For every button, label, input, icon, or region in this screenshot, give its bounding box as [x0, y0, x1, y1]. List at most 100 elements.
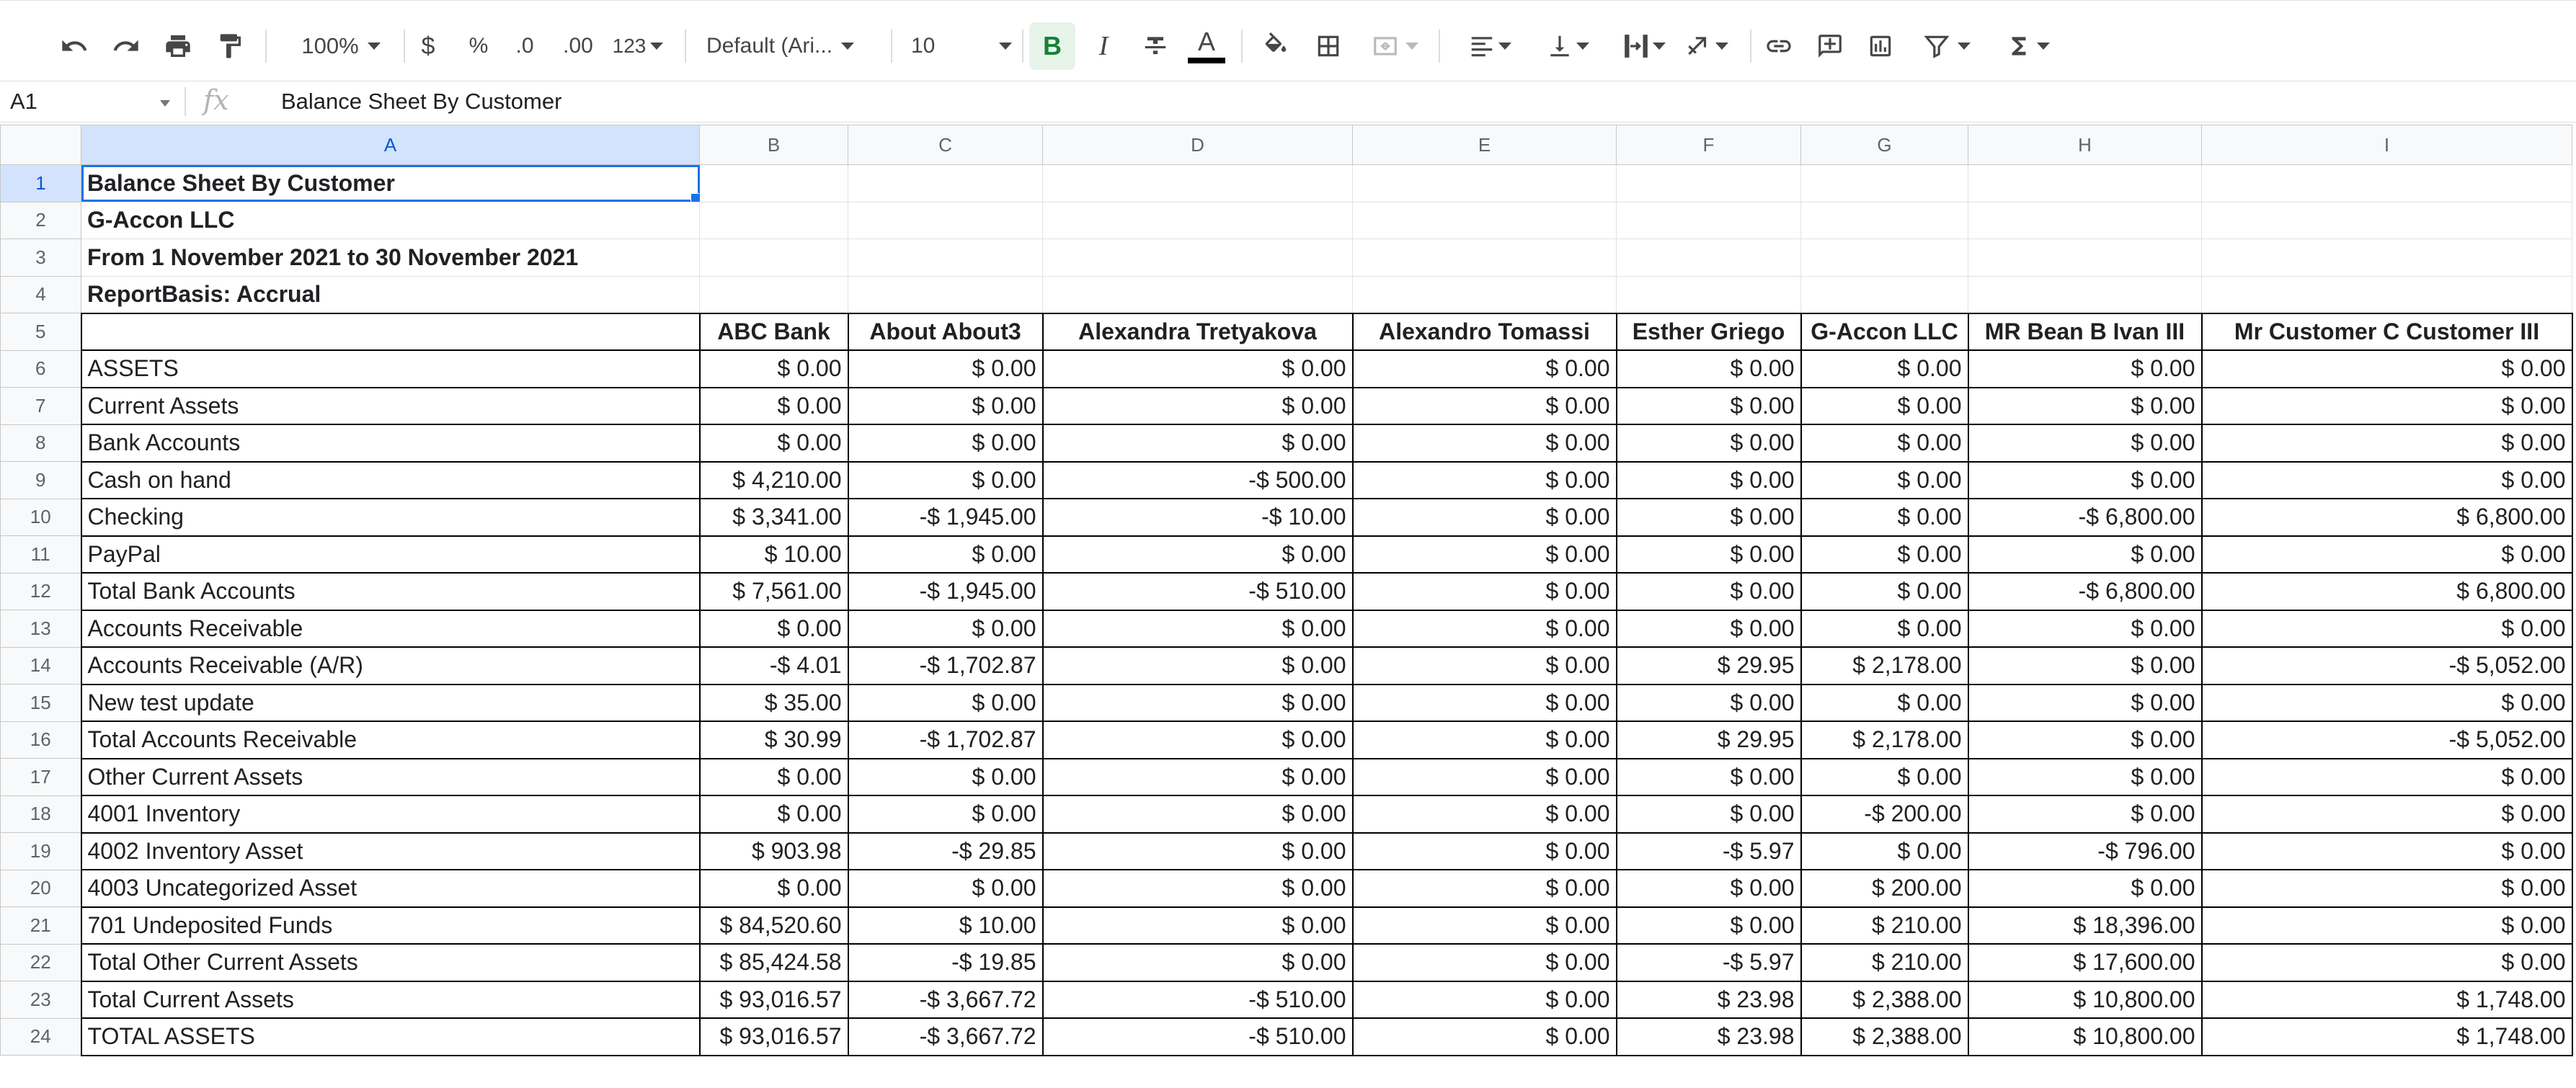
decrease-decimal-button[interactable]: .0 [509, 22, 541, 70]
cell-d8[interactable]: $ 0.00 [1041, 424, 1354, 463]
cell-b6[interactable]: $ 0.00 [698, 349, 849, 388]
cell-c4[interactable] [848, 275, 1043, 313]
cell-d10[interactable]: -$ 10.00 [1041, 498, 1354, 537]
italic-button[interactable]: I [1085, 22, 1122, 70]
row-header[interactable]: 14 [0, 646, 81, 685]
cell-e15[interactable]: $ 0.00 [1351, 683, 1617, 722]
cell-i8[interactable]: $ 0.00 [2200, 424, 2573, 463]
cell-h5[interactable]: MR Bean B Ivan III [1967, 312, 2203, 351]
cell-d5[interactable]: Alexandra Tretyakova [1041, 312, 1354, 351]
cell-b19[interactable]: $ 903.98 [698, 831, 849, 870]
cell-i18[interactable]: $ 0.00 [2200, 795, 2573, 834]
cell-f2[interactable] [1616, 201, 1801, 239]
more-formats-select[interactable]: 123 [608, 22, 667, 70]
cell-f24[interactable]: $ 23.98 [1615, 1017, 1802, 1056]
cell-a21[interactable]: 701 Undeposited Funds [80, 906, 701, 945]
cell-i12[interactable]: $ 6,800.00 [2200, 572, 2573, 611]
fill-handle[interactable] [690, 192, 699, 202]
cell-i17[interactable]: $ 0.00 [2200, 757, 2573, 796]
cell-i3[interactable] [2201, 238, 2572, 277]
cell-d2[interactable] [1042, 201, 1353, 239]
cell-b7[interactable]: $ 0.00 [698, 386, 849, 425]
cell-e5[interactable]: Alexandro Tomassi [1351, 312, 1617, 351]
cell-b23[interactable]: $ 93,016.57 [698, 980, 849, 1019]
cell-f14[interactable]: $ 29.95 [1615, 646, 1802, 685]
cell-c2[interactable] [848, 201, 1043, 239]
cell-b1[interactable] [699, 164, 848, 202]
cell-c5[interactable]: About About3 [847, 312, 1044, 351]
cell-i14[interactable]: -$ 5,052.00 [2200, 646, 2573, 685]
column-header-h[interactable]: H [1968, 125, 2202, 165]
cell-f1[interactable] [1616, 164, 1801, 202]
cell-c17[interactable]: $ 0.00 [847, 757, 1044, 796]
cell-g23[interactable]: $ 2,388.00 [1800, 980, 1969, 1019]
cell-e12[interactable]: $ 0.00 [1351, 572, 1617, 611]
select-all-corner[interactable] [0, 125, 81, 165]
cell-c10[interactable]: -$ 1,945.00 [847, 498, 1044, 537]
cell-d15[interactable]: $ 0.00 [1041, 683, 1354, 722]
cell-g2[interactable] [1800, 201, 1968, 239]
cell-e4[interactable] [1352, 275, 1617, 313]
cell-g3[interactable] [1800, 238, 1968, 277]
cell-d21[interactable]: $ 0.00 [1041, 906, 1354, 945]
fill-color-icon[interactable] [1257, 22, 1294, 70]
cell-h19[interactable]: -$ 796.00 [1967, 831, 2203, 870]
cell-h15[interactable]: $ 0.00 [1967, 683, 2203, 722]
cell-b8[interactable]: $ 0.00 [698, 424, 849, 463]
row-header[interactable]: 20 [0, 869, 81, 907]
percent-format-button[interactable]: % [463, 22, 494, 70]
cell-a18[interactable]: 4001 Inventory [80, 795, 701, 834]
cell-h8[interactable]: $ 0.00 [1967, 424, 2203, 463]
cell-i10[interactable]: $ 6,800.00 [2200, 498, 2573, 537]
cell-i4[interactable] [2201, 275, 2572, 313]
cell-g13[interactable]: $ 0.00 [1800, 609, 1969, 648]
cell-d18[interactable]: $ 0.00 [1041, 795, 1354, 834]
cell-c12[interactable]: -$ 1,945.00 [847, 572, 1044, 611]
cell-a1[interactable]: Balance Sheet By Customer [81, 164, 700, 202]
text-color-button[interactable]: A [1186, 22, 1227, 70]
cell-a11[interactable]: PayPal [80, 535, 701, 574]
cell-f4[interactable] [1616, 275, 1801, 313]
cell-e20[interactable]: $ 0.00 [1351, 869, 1617, 908]
cell-a24[interactable]: TOTAL ASSETS [80, 1017, 701, 1056]
column-header-f[interactable]: F [1616, 125, 1801, 165]
font-size-select[interactable]: 10 [911, 22, 1012, 70]
cell-a8[interactable]: Bank Accounts [80, 424, 701, 463]
cell-e17[interactable]: $ 0.00 [1351, 757, 1617, 796]
cell-f20[interactable]: $ 0.00 [1615, 869, 1802, 908]
row-header[interactable]: 12 [0, 572, 81, 610]
row-header[interactable]: 7 [0, 387, 81, 425]
cell-e9[interactable]: $ 0.00 [1351, 460, 1617, 499]
cell-i9[interactable]: $ 0.00 [2200, 460, 2573, 499]
borders-icon[interactable] [1310, 22, 1346, 70]
undo-icon[interactable] [56, 22, 92, 70]
column-header-d[interactable]: D [1042, 125, 1353, 165]
cell-g14[interactable]: $ 2,178.00 [1800, 646, 1969, 685]
cell-g21[interactable]: $ 210.00 [1800, 906, 1969, 945]
cell-d1[interactable] [1042, 164, 1353, 202]
cell-f3[interactable] [1616, 238, 1801, 277]
text-rotation-icon[interactable] [1674, 22, 1738, 70]
column-header-a[interactable]: A [81, 125, 700, 165]
cell-h22[interactable]: $ 17,600.00 [1967, 943, 2203, 982]
cell-g12[interactable]: $ 0.00 [1800, 572, 1969, 611]
cell-c21[interactable]: $ 10.00 [847, 906, 1044, 945]
cell-e21[interactable]: $ 0.00 [1351, 906, 1617, 945]
cell-h4[interactable] [1968, 275, 2202, 313]
currency-format-button[interactable]: $ [414, 22, 443, 70]
cell-e1[interactable] [1352, 164, 1617, 202]
cell-e11[interactable]: $ 0.00 [1351, 535, 1617, 574]
column-header-b[interactable]: B [699, 125, 848, 165]
cell-c9[interactable]: $ 0.00 [847, 460, 1044, 499]
cell-f11[interactable]: $ 0.00 [1615, 535, 1802, 574]
name-box[interactable]: A1 [10, 89, 37, 115]
cell-b10[interactable]: $ 3,341.00 [698, 498, 849, 537]
cell-f13[interactable]: $ 0.00 [1615, 609, 1802, 648]
row-header[interactable]: 4 [0, 275, 81, 313]
cell-i20[interactable]: $ 0.00 [2200, 869, 2573, 908]
cell-d4[interactable] [1042, 275, 1353, 313]
cell-b12[interactable]: $ 7,561.00 [698, 572, 849, 611]
cell-b2[interactable] [699, 201, 848, 239]
row-header[interactable]: 1 [0, 164, 81, 202]
row-header[interactable]: 21 [0, 906, 81, 945]
